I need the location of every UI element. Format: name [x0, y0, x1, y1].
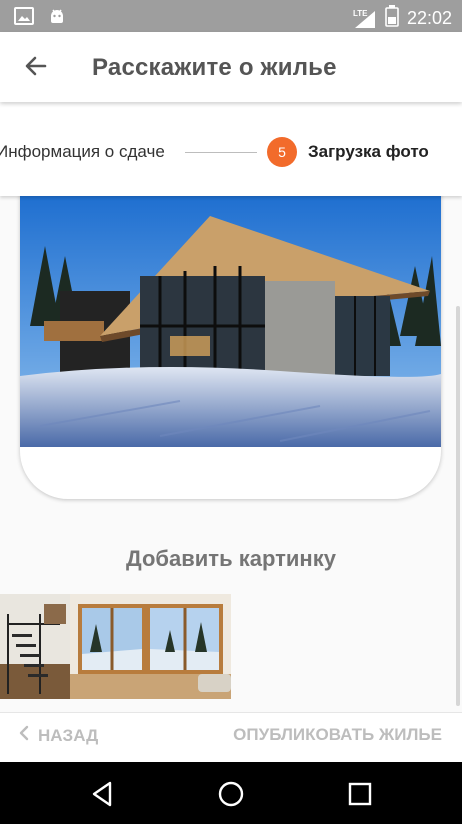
step-number-badge: 5: [267, 137, 297, 167]
step-current-label: Загрузка фото: [308, 142, 429, 161]
battery-icon: [385, 5, 399, 32]
back-button[interactable]: [20, 52, 52, 84]
progress-stepper: Информация о сдаче 5 Загрузка фото: [0, 104, 462, 196]
android-icon: [48, 7, 66, 30]
step-previous-label[interactable]: Информация о сдаче: [0, 142, 165, 162]
page-title: Расскажите о жилье: [92, 54, 337, 81]
scrollbar[interactable]: [456, 306, 460, 706]
image-icon: [14, 7, 34, 30]
main-house-photo: [20, 196, 441, 447]
app-bar: Расскажите о жилье: [0, 32, 462, 102]
photo-upload-content: Добавить картинку: [0, 196, 462, 712]
back-step-button[interactable]: НАЗАД: [18, 725, 98, 746]
recents-square-icon: [344, 782, 376, 814]
signal-icon: LTE: [353, 9, 377, 29]
system-nav-bar: [0, 762, 462, 824]
home-circle-icon: [215, 781, 247, 814]
nav-back-button[interactable]: [86, 778, 118, 810]
thumbnail-living-room[interactable]: [70, 594, 231, 699]
thumbnail-staircase[interactable]: [0, 594, 70, 699]
chevron-left-icon: [18, 725, 30, 746]
thumbnail-strip: [0, 594, 231, 699]
bottom-action-bar: НАЗАД ОПУБЛИКОВАТЬ ЖИЛЬЕ: [0, 712, 462, 763]
nav-recents-button[interactable]: [344, 778, 376, 810]
add-picture-button[interactable]: Добавить картинку: [0, 546, 462, 572]
status-time: 22:02: [406, 8, 452, 28]
step-connector-line: [185, 152, 257, 153]
network-type: LTE: [352, 8, 368, 18]
nav-home-button[interactable]: [215, 778, 247, 810]
status-bar: LTE 22:02: [0, 0, 462, 32]
back-triangle-icon: [86, 781, 118, 814]
arrow-left-icon: [23, 53, 49, 84]
back-step-label: НАЗАД: [38, 725, 99, 745]
publish-listing-button[interactable]: ОПУБЛИКОВАТЬ ЖИЛЬЕ: [233, 725, 442, 745]
main-photo-card[interactable]: [20, 196, 441, 499]
